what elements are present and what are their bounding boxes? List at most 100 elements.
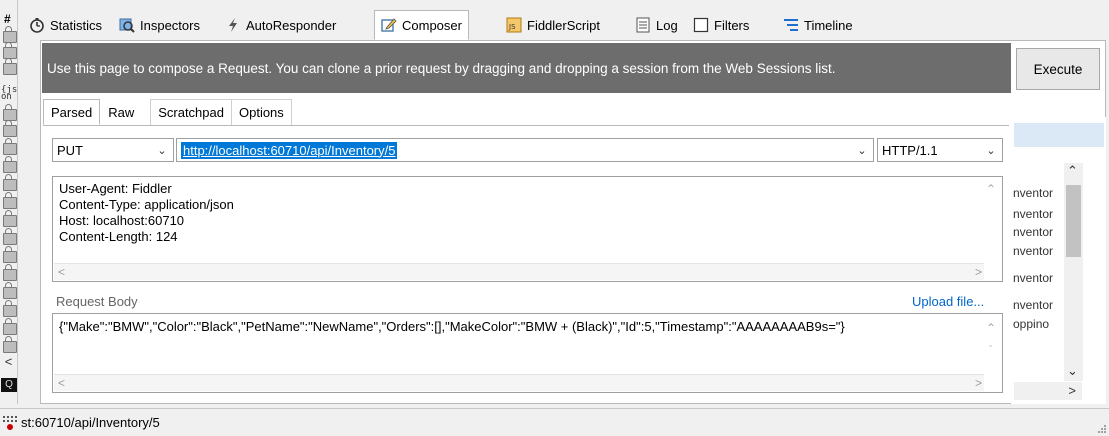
svg-text:JS: JS (508, 23, 516, 31)
list-item[interactable]: nventor (1013, 225, 1053, 239)
js-session-icon[interactable]: {js on (1, 86, 17, 102)
js-script-icon: JS (506, 17, 522, 33)
header-line: Content-Type: application/json (59, 197, 234, 212)
lock-icon[interactable] (3, 104, 17, 121)
tab-scratchpad[interactable]: Scratchpad (150, 99, 232, 125)
request-body-label: Request Body (56, 294, 138, 309)
chevron-down-icon: ⌄ (157, 144, 167, 157)
tab-autoresponder[interactable]: AutoResponder (218, 13, 343, 37)
tab-fiddlerscript[interactable]: JS FiddlerScript (499, 13, 607, 37)
lock-icon[interactable] (3, 318, 17, 335)
request-history-list: nventor nventor nventor nventor nventor … (1011, 117, 1106, 404)
tab-timeline[interactable]: Timeline (776, 13, 860, 37)
status-url-text: st:60710/api/Inventory/5 (21, 415, 160, 430)
tab-label: Options (238, 105, 284, 120)
list-item[interactable]: oppino (1013, 317, 1049, 331)
scroll-down-icon[interactable]: ⌄ (987, 337, 994, 353)
scroll-up-icon[interactable]: ⌃ (986, 181, 996, 197)
tab-inspectors[interactable]: Inspectors (112, 13, 207, 37)
tab-parsed[interactable]: Parsed (43, 99, 101, 125)
quickexec-icon[interactable]: Q (1, 378, 17, 392)
execute-label: Execute (1033, 61, 1083, 77)
tab-label: Statistics (50, 17, 103, 33)
url-value: http://localhost:60710/api/Inventory/5 (181, 141, 398, 159)
lock-icon[interactable] (3, 156, 17, 173)
checkbox-icon (693, 17, 709, 33)
scroll-right-icon[interactable]: > (975, 375, 982, 391)
capture-icon[interactable] (3, 415, 19, 431)
lock-icon[interactable] (3, 42, 17, 59)
stopwatch-icon (29, 17, 45, 33)
history-header (1014, 123, 1104, 147)
list-item[interactable]: nventor (1013, 186, 1053, 200)
header-line: Host: localhost:60710 (59, 213, 185, 228)
scroll-up-icon[interactable]: ⌃ (986, 320, 996, 336)
lock-icon[interactable] (3, 26, 17, 43)
tab-label: Raw (108, 104, 135, 120)
scroll-left-button[interactable]: < (1, 355, 16, 370)
lock-icon[interactable] (3, 300, 17, 317)
composer-instructions-banner: Use this page to compose a Request. You … (42, 43, 1011, 93)
scroll-up-icon[interactable]: ⌃ (1067, 163, 1078, 179)
lightning-icon (225, 17, 241, 33)
request-body-value: {"Make":"BMW","Color":"Black","PetName":… (59, 319, 845, 334)
horizontal-scrollbar[interactable]: < > (54, 374, 984, 391)
tab-label: AutoResponder (246, 17, 337, 33)
lock-icon[interactable] (3, 174, 17, 191)
tab-log[interactable]: Log (628, 13, 685, 37)
execute-button[interactable]: Execute (1016, 48, 1100, 90)
request-body-textarea[interactable]: {"Make":"BMW","Color":"Black","PetName":… (52, 313, 1003, 393)
tab-label: Filters (714, 17, 750, 33)
tab-label: FiddlerScript (527, 17, 600, 33)
http-version-select[interactable]: HTTP/1.1 ⌄ (877, 138, 1003, 162)
scroll-right-icon[interactable]: > (1068, 383, 1076, 398)
composer-subtabs: Parsed Raw Scratchpad Options (43, 99, 292, 125)
lock-icon[interactable] (3, 58, 17, 75)
list-item[interactable]: nventor (1013, 298, 1053, 312)
http-version-value: HTTP/1.1 (882, 142, 938, 158)
list-item[interactable]: nventor (1013, 271, 1053, 285)
resize-grip-icon[interactable] (1097, 424, 1107, 434)
lock-icon[interactable] (3, 120, 17, 137)
lock-icon[interactable] (3, 336, 17, 353)
scroll-left-icon[interactable]: < (58, 264, 65, 280)
lock-icon[interactable] (3, 192, 17, 209)
vertical-scrollbar[interactable]: ⌃ ⌄ (1064, 163, 1083, 381)
url-combobox[interactable]: http://localhost:60710/api/Inventory/5 ⌄ (176, 138, 874, 162)
lock-icon[interactable] (3, 264, 17, 281)
timeline-icon (783, 17, 799, 33)
lock-icon[interactable] (3, 246, 17, 263)
composer-panel: Use this page to compose a Request. You … (40, 40, 1106, 404)
tab-options[interactable]: Options (231, 99, 292, 125)
column-hash-header: # (4, 12, 11, 26)
scroll-right-icon[interactable]: > (975, 264, 982, 280)
tab-composer[interactable]: Composer (374, 10, 469, 40)
tab-label: Parsed (51, 104, 93, 120)
header-line: User-Agent: Fiddler (59, 181, 172, 196)
list-item[interactable]: nventor (1013, 207, 1053, 221)
inspectors-icon (119, 17, 135, 33)
header-line: Content-Length: 124 (59, 229, 178, 244)
request-headers-textarea[interactable]: User-Agent: Fiddler Content-Type: applic… (52, 176, 1003, 282)
tab-label: Log (656, 17, 678, 33)
tab-statistics[interactable]: Statistics (22, 13, 109, 37)
upload-file-link[interactable]: Upload file... (912, 294, 984, 309)
banner-text: Use this page to compose a Request. You … (47, 60, 836, 76)
method-select[interactable]: PUT ⌄ (52, 138, 174, 162)
tab-label: Scratchpad (158, 105, 224, 120)
tab-label: Timeline (804, 17, 853, 33)
chevron-down-icon: ⌄ (857, 144, 867, 157)
lock-icon[interactable] (3, 282, 17, 299)
lock-icon[interactable] (3, 228, 17, 245)
tab-filters[interactable]: Filters (686, 13, 756, 37)
scroll-down-icon[interactable]: ⌄ (1067, 363, 1078, 379)
scroll-left-icon[interactable]: < (58, 375, 65, 391)
tab-raw[interactable]: Raw (100, 99, 142, 125)
list-item[interactable]: nventor (1013, 244, 1053, 258)
lock-icon[interactable] (3, 138, 17, 155)
lock-icon[interactable] (3, 210, 17, 227)
scrollbar-thumb[interactable] (1066, 185, 1081, 257)
horizontal-scrollbar[interactable]: < > (54, 263, 984, 280)
tab-label: Inspectors (140, 17, 200, 33)
horizontal-scrollbar[interactable]: > (1014, 382, 1082, 400)
